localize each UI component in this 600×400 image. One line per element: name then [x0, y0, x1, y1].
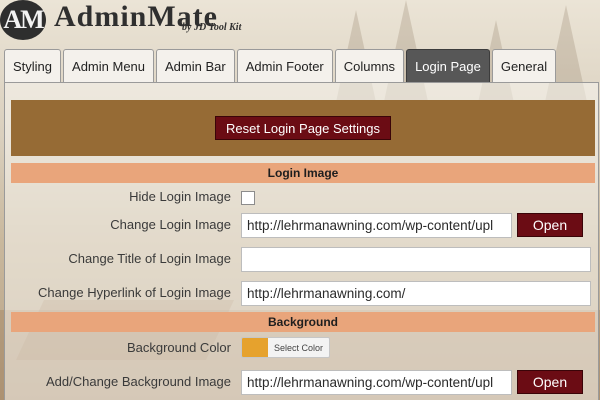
login-image-url-input[interactable]: http://lehrmanawning.com/wp-content/upl	[241, 213, 512, 238]
section-header-background: Background	[11, 312, 595, 332]
row-change-login-image: Change Login Image http://lehrmanawning.…	[11, 213, 595, 239]
logo-subtitle: by JD Tool Kit	[182, 22, 242, 33]
section-header-login-image: Login Image	[11, 163, 595, 183]
tab-admin-footer[interactable]: Admin Footer	[236, 49, 333, 82]
row-hide-login-image: Hide Login Image	[11, 185, 595, 211]
tab-general[interactable]: General	[491, 49, 557, 82]
tab-admin-menu[interactable]: Admin Menu	[63, 49, 155, 82]
row-background-image: Add/Change Background Image http://lehrm…	[11, 370, 595, 396]
tab-login-page[interactable]: Login Page	[406, 49, 490, 82]
change-title-label: Change Title of Login Image	[68, 251, 231, 266]
hide-login-image-checkbox[interactable]	[241, 191, 255, 205]
tab-styling[interactable]: Styling	[4, 49, 62, 82]
settings-tabs: Styling Admin Menu Admin Bar Admin Foote…	[4, 49, 558, 83]
background-image-label: Add/Change Background Image	[45, 374, 231, 389]
background-image-url-input[interactable]: http://lehrmanawning.com/wp-content/upl	[241, 370, 512, 395]
reset-login-page-button[interactable]: Reset Login Page Settings	[215, 116, 391, 140]
hide-login-image-label: Hide Login Image	[129, 189, 231, 204]
login-image-hyperlink-input[interactable]: http://lehrmanawning.com/	[241, 281, 591, 306]
row-background-color: Background Color Select Color	[11, 336, 595, 362]
background-color-label: Background Color	[126, 340, 231, 355]
app-logo: AM AdminMate by JD Tool Kit	[0, 0, 300, 44]
settings-panel: Reset Login Page Settings Login Image Hi…	[4, 82, 599, 400]
background-image-open-button[interactable]: Open	[517, 370, 583, 394]
background-color-picker[interactable]: Select Color	[241, 337, 331, 358]
row-change-hyperlink: Change Hyperlink of Login Image http://l…	[11, 281, 595, 307]
tab-admin-bar[interactable]: Admin Bar	[156, 49, 235, 82]
select-color-label: Select Color	[274, 342, 324, 353]
login-image-title-input[interactable]	[241, 247, 591, 272]
reset-bar: Reset Login Page Settings	[11, 100, 595, 156]
row-change-title: Change Title of Login Image	[11, 247, 595, 273]
change-login-image-label: Change Login Image	[110, 217, 231, 232]
change-hyperlink-label: Change Hyperlink of Login Image	[38, 285, 231, 300]
logo-badge-icon: AM	[0, 0, 46, 40]
login-image-open-button[interactable]: Open	[517, 213, 583, 237]
tab-columns[interactable]: Columns	[334, 49, 405, 82]
color-swatch	[242, 338, 268, 357]
